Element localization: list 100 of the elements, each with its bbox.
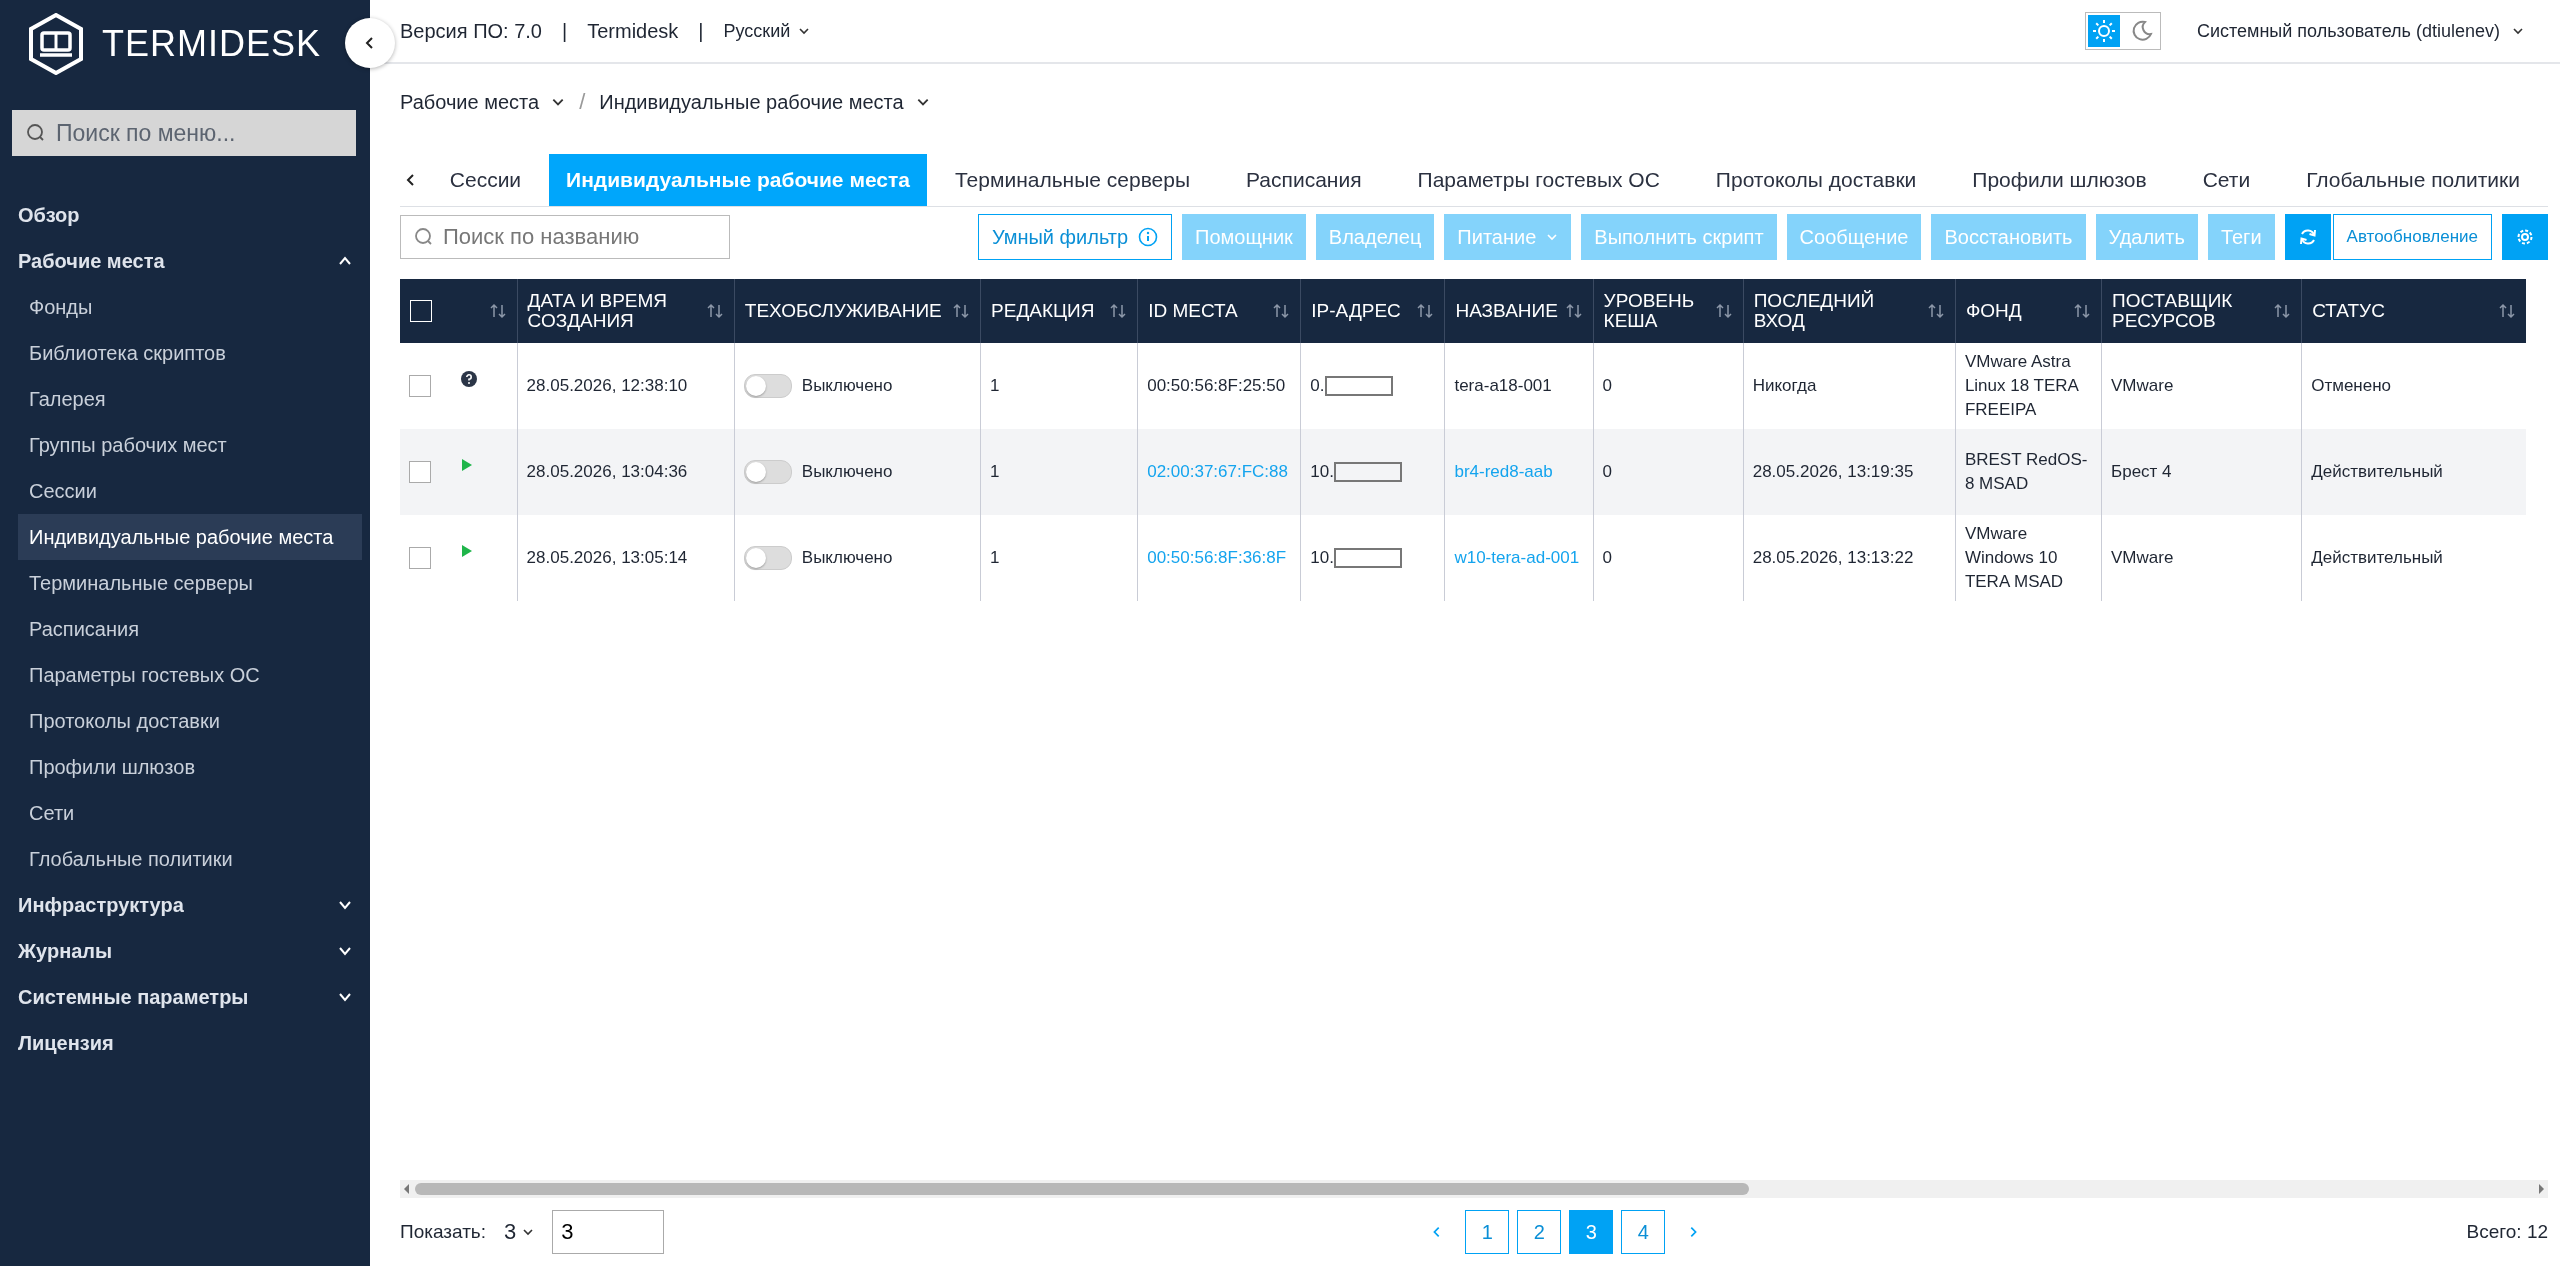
table-cell: 28.05.2026, 13:05:14: [517, 515, 735, 601]
select-all-checkbox[interactable]: [410, 300, 432, 322]
menu-item[interactable]: Протоколы доставки: [18, 698, 362, 744]
sort-icon[interactable]: [1564, 302, 1583, 320]
page-size-dropdown[interactable]: 3: [504, 1219, 535, 1245]
page-button[interactable]: 1: [1465, 1210, 1510, 1254]
sort-icon[interactable]: [2498, 302, 2516, 320]
column-header[interactable]: ПОСТАВЩИК РЕСУРСОВ: [2101, 279, 2302, 343]
page-size-label: Показать:: [400, 1221, 487, 1243]
table-cell: 0: [1593, 429, 1744, 515]
menu-item[interactable]: Расписания: [18, 606, 362, 652]
menu-item[interactable]: Сети: [18, 790, 362, 836]
redaction-box: [1324, 376, 1393, 396]
auto-refresh-button[interactable]: Автообновление: [2332, 214, 2492, 260]
question-icon: [461, 371, 477, 387]
column-header[interactable]: ПОСЛЕДНИЙ ВХОД: [1743, 279, 1956, 343]
maintenance-toggle[interactable]: [743, 546, 792, 570]
tab[interactable]: Сессии: [421, 154, 550, 206]
table-cell: 1: [980, 515, 1138, 601]
light-theme-button[interactable]: [2087, 15, 2120, 47]
page-button[interactable]: 2: [1517, 1210, 1562, 1254]
tab[interactable]: Расписания: [1218, 154, 1390, 206]
monitor-hexagon-icon: [28, 13, 84, 75]
menu-group[interactable]: Инфраструктура: [0, 882, 370, 928]
menu-item[interactable]: Сессии: [18, 468, 362, 514]
language-dropdown[interactable]: Русский: [723, 20, 811, 42]
play-icon: [461, 458, 473, 472]
column-header[interactable]: ДАТА И ВРЕМЯ СОЗДАНИЯ: [517, 279, 735, 343]
menu-item[interactable]: Параметры гостевых ОС: [18, 652, 362, 698]
sort-icon[interactable]: [952, 302, 971, 320]
caret-icon: [522, 1226, 535, 1238]
caret-icon: [2512, 25, 2524, 37]
tab[interactable]: Профили шлюзов: [1944, 154, 2175, 206]
column-header[interactable]: РЕДАКЦИЯ: [980, 279, 1138, 343]
table-cell: 28.05.2026, 13:13:22: [1743, 515, 1956, 601]
toggle-label: Выключено: [801, 547, 893, 570]
menu-group[interactable]: Системные параметры: [0, 974, 370, 1020]
redaction-box: [1333, 462, 1402, 482]
play-icon: [461, 544, 473, 558]
tab[interactable]: Протоколы доставки: [1687, 154, 1945, 206]
menu-search-field[interactable]: Поиск по меню...: [12, 110, 356, 156]
sort-icon[interactable]: [2273, 302, 2292, 320]
breadcrumb-separator: /: [579, 89, 586, 115]
settings-icon: [2515, 227, 2535, 247]
info-icon: [1138, 227, 1159, 247]
menu-item[interactable]: Профили шлюзов: [18, 744, 362, 790]
row-checkbox[interactable]: [409, 547, 431, 569]
table-cell: VMware Windows 10 TERA MSAD: [1955, 515, 2102, 601]
menu-item[interactable]: Глобальные политики: [18, 836, 362, 882]
column-header[interactable]: ФОНД: [1955, 279, 2102, 343]
sort-icon[interactable]: [1272, 302, 1291, 320]
menu-group[interactable]: Обзор: [0, 192, 370, 238]
menu-group[interactable]: Рабочие места: [0, 238, 370, 284]
maintenance-toggle[interactable]: [743, 460, 792, 484]
sort-icon[interactable]: [1926, 302, 1945, 320]
sort-icon[interactable]: [1714, 302, 1733, 320]
menu-item[interactable]: Терминальные серверы: [18, 560, 362, 606]
tab[interactable]: Параметры гостевых ОС: [1389, 154, 1688, 206]
horizontal-scrollbar[interactable]: [400, 1180, 2548, 1198]
user-menu[interactable]: Системный пользователь (dtiulenev): [2196, 20, 2524, 42]
smart-filter-button[interactable]: Умный фильтр: [977, 214, 1173, 260]
table-cell: Действительный: [2301, 429, 2526, 515]
settings-button[interactable]: [2502, 214, 2548, 260]
row-checkbox[interactable]: [409, 461, 431, 483]
sort-icon[interactable]: [488, 302, 507, 320]
theme-switch[interactable]: [2084, 12, 2161, 50]
row-checkbox[interactable]: [409, 375, 431, 397]
maintenance-toggle[interactable]: [743, 374, 792, 398]
column-header[interactable]: IP-АДРЕС: [1300, 279, 1445, 343]
breadcrumb-item[interactable]: Рабочие места: [400, 90, 566, 114]
ip-address-text: 10.: [1310, 461, 1334, 484]
menu-group[interactable]: Лицензия: [0, 1020, 370, 1066]
column-header[interactable]: ТЕХОБСЛУЖИВАНИЕ: [734, 279, 981, 343]
menu-item[interactable]: Группы рабочих мест: [18, 422, 362, 468]
column-header[interactable]: НАЗВАНИЕ: [1444, 279, 1594, 343]
breadcrumb-item[interactable]: Индивидуальные рабочие места: [599, 90, 930, 114]
column-header[interactable]: УРОВЕНЬ КЕША: [1593, 279, 1744, 343]
table-cell: VMware: [2101, 515, 2302, 601]
menu-group[interactable]: Журналы: [0, 928, 370, 974]
menu-item[interactable]: Фонды: [18, 284, 362, 330]
menu-item[interactable]: Индивидуальные рабочие места: [18, 514, 362, 560]
tab[interactable]: Терминальные серверы: [926, 154, 1219, 206]
search-field[interactable]: Поиск по названию: [400, 215, 730, 259]
menu-item[interactable]: Библиотека скриптов: [18, 330, 362, 376]
page-input[interactable]: 3: [552, 1210, 665, 1254]
table-cell: BREST RedOS-8 MSAD: [1955, 429, 2102, 515]
tab[interactable]: Глобальные политики: [2278, 154, 2548, 206]
sort-icon[interactable]: [1416, 302, 1435, 320]
redaction-box: [1333, 548, 1402, 568]
page-button[interactable]: 4: [1621, 1210, 1666, 1254]
tab[interactable]: Сети: [2174, 154, 2279, 206]
menu-item[interactable]: Галерея: [18, 376, 362, 422]
refresh-button[interactable]: [2284, 214, 2331, 260]
sort-icon[interactable]: [705, 302, 724, 320]
column-header[interactable]: ID МЕСТА: [1137, 279, 1301, 343]
table-cell: Брест 4: [2101, 429, 2302, 515]
toggle-label: Выключено: [801, 461, 893, 484]
sort-icon[interactable]: [2073, 302, 2091, 320]
column-header[interactable]: СТАТУС: [2301, 279, 2526, 343]
sort-icon[interactable]: [1109, 302, 1128, 320]
